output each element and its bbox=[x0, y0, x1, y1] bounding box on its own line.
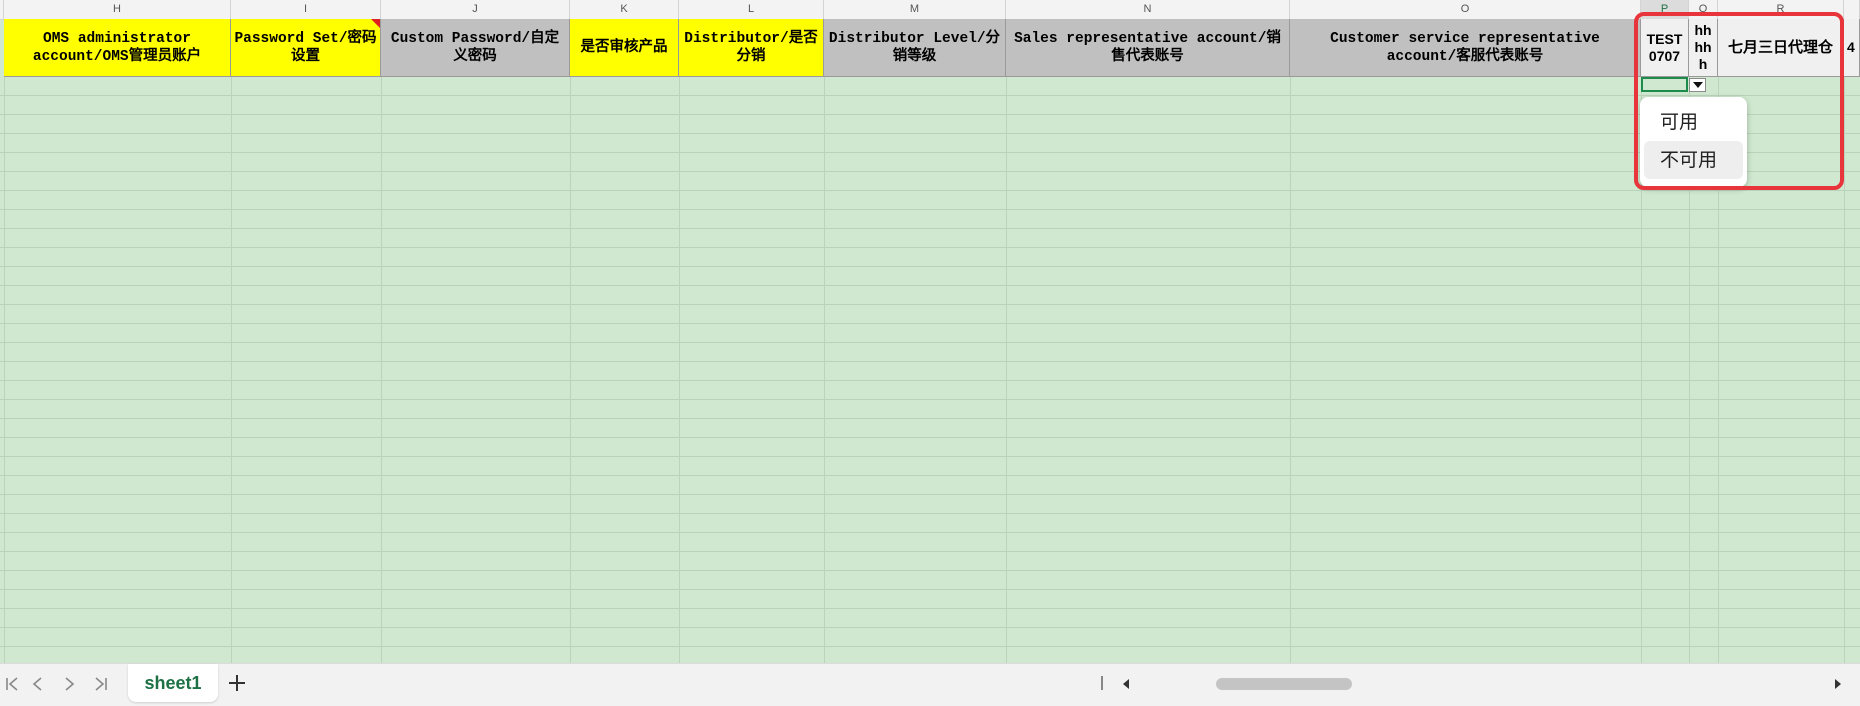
column-letter-s[interactable] bbox=[1844, 0, 1860, 19]
spreadsheet-grid[interactable]: H I J K L M N O P Q R OMS administrator … bbox=[0, 0, 1860, 663]
comment-indicator-icon bbox=[371, 19, 380, 28]
column-letter-m[interactable]: M bbox=[824, 0, 1006, 19]
gridline bbox=[824, 77, 825, 663]
column-letter-n[interactable]: N bbox=[1006, 0, 1290, 19]
gridline bbox=[1290, 77, 1291, 663]
sheet-tab-bar: sheet1 bbox=[0, 663, 1860, 706]
header-password-set[interactable]: Password Set/密码设置 bbox=[231, 19, 381, 77]
header-password-set-label: Password Set/密码设置 bbox=[234, 30, 377, 65]
column-letter-j[interactable]: J bbox=[381, 0, 570, 19]
header-sales-rep[interactable]: Sales representative account/销售代表账号 bbox=[1006, 19, 1290, 77]
first-sheet-icon[interactable] bbox=[0, 672, 24, 696]
header-custom-password[interactable]: Custom Password/自定义密码 bbox=[381, 19, 570, 77]
header-review-product[interactable]: 是否审核产品 bbox=[570, 19, 679, 77]
header-distributor-level[interactable]: Distributor Level/分销等级 bbox=[824, 19, 1006, 77]
scroll-divider[interactable] bbox=[1101, 676, 1103, 690]
column-letter-i[interactable]: I bbox=[231, 0, 381, 19]
gridline bbox=[679, 77, 680, 663]
column-letter-bar: H I J K L M N O P Q R bbox=[0, 0, 1860, 20]
column-letter-o[interactable]: O bbox=[1290, 0, 1641, 19]
header-distributor[interactable]: Distributor/是否分销 bbox=[679, 19, 824, 77]
header-customer-service-rep[interactable]: Customer service representative account/… bbox=[1290, 19, 1641, 77]
gridline bbox=[381, 77, 382, 663]
header-oms-admin[interactable]: OMS administrator account/OMS管理员账户 bbox=[4, 19, 231, 77]
next-sheet-icon[interactable] bbox=[57, 672, 81, 696]
prev-sheet-icon[interactable] bbox=[26, 672, 50, 696]
gridline bbox=[1844, 77, 1845, 663]
column-letter-k[interactable]: K bbox=[570, 0, 679, 19]
grid-rows[interactable] bbox=[0, 77, 1860, 663]
header-next-column[interactable]: 4 bbox=[1844, 19, 1860, 77]
tab-sheet1[interactable]: sheet1 bbox=[128, 664, 218, 702]
gridline bbox=[1006, 77, 1007, 663]
scroll-right-icon[interactable] bbox=[1826, 672, 1850, 696]
gridline bbox=[231, 77, 232, 663]
column-letter-h[interactable]: H bbox=[4, 0, 231, 19]
header-row: OMS administrator account/OMS管理员账户 Passw… bbox=[0, 19, 1860, 77]
add-sheet-icon[interactable] bbox=[224, 670, 250, 696]
column-letter-l[interactable]: L bbox=[679, 0, 824, 19]
horizontal-scrollbar-thumb[interactable] bbox=[1216, 678, 1352, 690]
gridline bbox=[4, 77, 5, 663]
scroll-left-icon[interactable] bbox=[1114, 672, 1138, 696]
gridline bbox=[570, 77, 571, 663]
last-sheet-icon[interactable] bbox=[89, 672, 113, 696]
red-highlight-box bbox=[1634, 12, 1844, 190]
